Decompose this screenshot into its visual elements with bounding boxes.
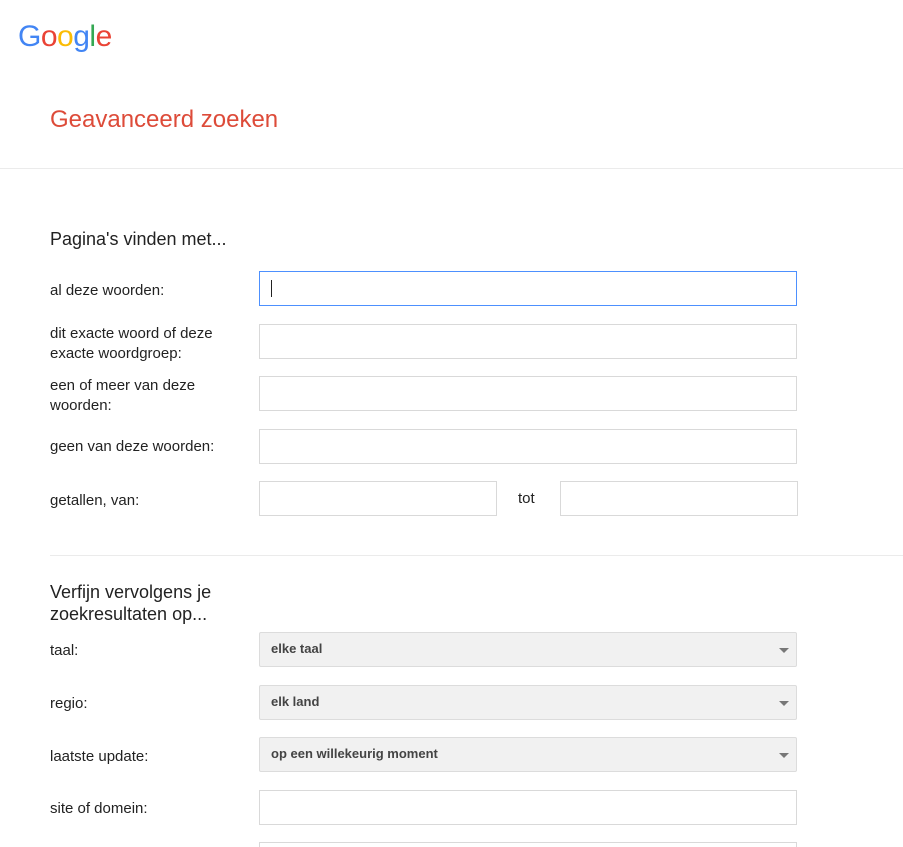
none-words-label: geen van deze woorden:: [50, 438, 215, 455]
exact-phrase-input[interactable]: [259, 324, 797, 359]
advanced-search-page: Google Geavanceerd zoeken Pagina's vinde…: [0, 0, 903, 847]
numbers-from-input[interactable]: [259, 481, 497, 516]
refine-section-title: Verfijn vervolgens je zoekresultaten op.…: [50, 582, 212, 624]
google-logo[interactable]: Google: [18, 19, 112, 55]
site-domain-label: site of domein:: [50, 800, 148, 817]
logo-letter-6: e: [95, 20, 113, 53]
site-domain-input[interactable]: [259, 790, 797, 825]
chevron-down-icon: [779, 753, 789, 758]
chevron-down-icon: [779, 648, 789, 653]
any-words-label: een of meer van deze woorden:: [50, 377, 196, 414]
region-select[interactable]: elk land: [259, 685, 797, 720]
find-section-title: Pagina's vinden met...: [50, 229, 227, 249]
chevron-down-icon: [779, 701, 789, 706]
all-words-label: al deze woorden:: [50, 282, 165, 299]
numbers-to-input[interactable]: [560, 481, 798, 516]
last-update-select[interactable]: op een willekeurig moment: [259, 737, 797, 772]
all-words-input[interactable]: [259, 271, 797, 306]
language-select-value: elke taal: [271, 641, 323, 656]
exact-phrase-label: dit exacte woord of deze exacte woordgro…: [50, 325, 213, 362]
language-label: taal:: [50, 642, 79, 659]
any-words-input[interactable]: [259, 376, 797, 411]
logo-letter-2: o: [40, 20, 58, 53]
numbers-to-label: tot: [518, 490, 535, 507]
page-title: Geavanceerd zoeken: [50, 106, 279, 133]
logo-letter-1: G: [18, 20, 41, 53]
none-words-input[interactable]: [259, 429, 797, 464]
last-update-label: laatste update:: [50, 748, 149, 765]
logo-letter-3: o: [57, 20, 74, 53]
numbers-from-label: getallen, van:: [50, 492, 140, 509]
last-update-select-value: op een willekeurig moment: [271, 746, 438, 761]
region-label: regio:: [50, 695, 88, 712]
language-select[interactable]: elke taal: [259, 632, 797, 667]
text-caret: [271, 280, 272, 297]
next-field-input[interactable]: [259, 842, 797, 847]
section-divider: [50, 555, 903, 556]
header-divider: [0, 168, 903, 169]
region-select-value: elk land: [271, 694, 320, 709]
logo-letter-4: g: [73, 20, 90, 53]
